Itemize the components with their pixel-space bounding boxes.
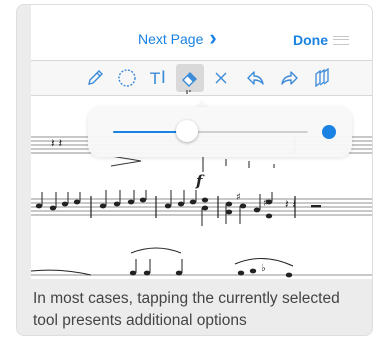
text-tool-button[interactable]: TI: [144, 64, 172, 92]
tutorial-caption: In most cases, tapping the currently sel…: [33, 290, 340, 329]
eraser-icon: [182, 72, 197, 87]
tutorial-card: Next Page › Done TI 𝄽 𝄽 f 𝄽 𝄽 ♯ ♯ ♭ In m…: [16, 4, 373, 336]
brush-size-dot-icon: [322, 125, 336, 139]
circle-icon: [118, 69, 136, 87]
svg-text:♭: ♭: [261, 263, 266, 274]
eraser-tool-button[interactable]: [176, 64, 204, 94]
text-tool-icon: T: [150, 68, 160, 88]
pencil-icon: [88, 70, 103, 85]
more-options-dots-icon: [186, 90, 194, 94]
chevron-right-icon: ›: [209, 25, 217, 50]
pencil-tool-button[interactable]: [81, 64, 109, 92]
close-icon: [215, 72, 227, 84]
eraser-size-slider[interactable]: [113, 120, 308, 142]
dynamic-marking: f: [195, 172, 205, 190]
layers-button[interactable]: [309, 64, 337, 92]
clear-tool-button[interactable]: [207, 64, 235, 92]
next-page-label: Next Page: [138, 31, 204, 47]
undo-button[interactable]: [241, 64, 269, 92]
undo-icon: [247, 71, 264, 85]
svg-text:𝄽 𝄽: 𝄽 𝄽: [51, 136, 62, 150]
hamburger-grip-icon[interactable]: [333, 36, 349, 45]
svg-text:𝄽 𝄽: 𝄽 𝄽: [285, 197, 296, 211]
shape-tool-button[interactable]: [113, 64, 141, 92]
layers-icon: [315, 68, 329, 88]
annotation-toolbar: TI: [31, 60, 372, 96]
redo-button[interactable]: [276, 64, 304, 92]
navigation-bar: Next Page › Done: [31, 25, 372, 55]
redo-icon: [281, 71, 298, 85]
svg-text:♯: ♯: [236, 192, 241, 203]
svg-text:♯: ♯: [263, 198, 268, 209]
next-page-button[interactable]: Next Page ›: [138, 25, 217, 50]
app-screen: Next Page › Done TI 𝄽 𝄽 f 𝄽 𝄽 ♯ ♯ ♭: [31, 5, 372, 279]
slider-thumb[interactable]: [176, 120, 199, 142]
eraser-options-popover: [88, 107, 352, 157]
done-button[interactable]: Done: [293, 32, 328, 48]
